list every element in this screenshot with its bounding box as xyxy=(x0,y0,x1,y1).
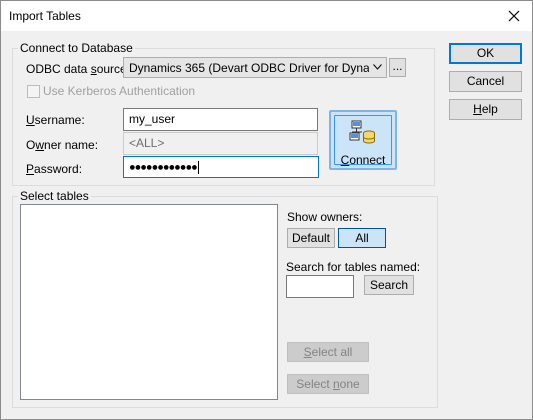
tables-list[interactable] xyxy=(20,204,278,400)
ok-button[interactable]: OK xyxy=(449,43,522,64)
connect-button-label: Connect xyxy=(340,153,386,167)
show-owners-label: Show owners: xyxy=(287,210,363,224)
close-icon xyxy=(508,10,520,22)
select-all-button[interactable]: Select all xyxy=(287,342,369,362)
odbc-label: ODBC data source: xyxy=(26,62,131,76)
odbc-source-value: Dynamics 365 (Devart ODBC Driver for Dyn… xyxy=(129,61,369,75)
cancel-button[interactable]: Cancel xyxy=(449,71,522,92)
owner-name-field[interactable]: <ALL> xyxy=(123,132,318,155)
username-label: Username: xyxy=(26,113,85,127)
database-connect-icon xyxy=(349,120,375,144)
import-tables-dialog: Import Tables Connect to Database ODBC d… xyxy=(0,0,533,420)
username-field[interactable]: my_user xyxy=(123,108,318,131)
search-tables-input[interactable] xyxy=(286,275,354,298)
chevron-down-icon xyxy=(373,64,382,70)
odbc-source-select[interactable]: Dynamics 365 (Devart ODBC Driver for Dyn… xyxy=(123,57,387,78)
kerberos-label: Use Kerberos Authentication xyxy=(43,84,196,98)
show-owners-all-button[interactable]: All xyxy=(338,228,386,248)
browse-button[interactable]: ... xyxy=(389,58,406,77)
password-field[interactable]: ●●●●●●●●●●●● xyxy=(123,156,319,178)
title-bar[interactable]: Import Tables xyxy=(1,1,532,31)
text-cursor xyxy=(197,161,199,174)
select-none-button[interactable]: Select none xyxy=(287,374,369,394)
search-tables-label: Search for tables named: xyxy=(286,260,421,274)
password-value: ●●●●●●●●●●●● xyxy=(129,161,198,174)
owner-name-label: Owner name: xyxy=(26,138,99,152)
connect-button[interactable]: Connect xyxy=(329,110,397,170)
close-button[interactable] xyxy=(496,1,532,31)
password-label: Password: xyxy=(26,162,83,176)
window-title: Import Tables xyxy=(9,9,81,23)
select-tables-legend: Select tables xyxy=(18,189,91,203)
help-button[interactable]: Help xyxy=(449,99,522,120)
kerberos-checkbox[interactable] xyxy=(27,85,40,98)
show-owners-default-button[interactable]: Default xyxy=(287,228,335,248)
search-button[interactable]: Search xyxy=(364,275,414,295)
connect-group-legend: Connect to Database xyxy=(18,41,135,55)
